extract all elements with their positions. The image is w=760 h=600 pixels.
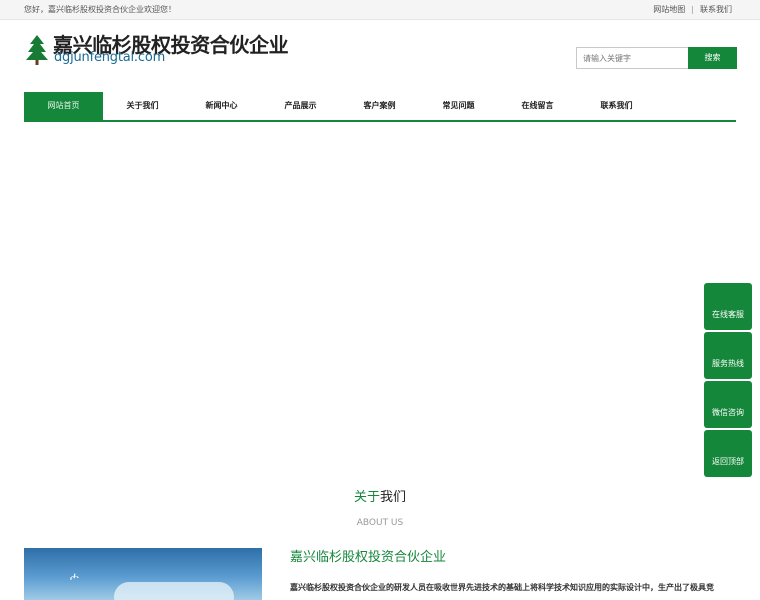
nav-item-home[interactable]: 网站首页	[24, 92, 103, 120]
nav-item-faq[interactable]: 常见问题	[419, 92, 498, 120]
top-links: 网站地图 | 联系我们	[653, 4, 732, 15]
about-title-green: 关于	[353, 490, 380, 505]
top-bar: 您好，嘉兴临杉股权投资合伙企业欢迎您！ 网站地图 | 联系我们	[0, 0, 760, 20]
contact-link[interactable]: 联系我们	[700, 5, 732, 14]
sitemap-link[interactable]: 网站地图	[653, 5, 685, 14]
service-hotline-button[interactable]: 服务热线	[704, 332, 752, 379]
about-description: 嘉兴临杉股权投资合伙企业的研发人员在吸收世界先进技术的基础上将科学技术知识应用的…	[290, 583, 714, 592]
welcome-text: 您好，嘉兴临杉股权投资合伙企业欢迎您！	[24, 5, 176, 14]
search-input[interactable]	[576, 47, 689, 69]
about-subtitle: ABOUT US	[356, 518, 404, 528]
about-company-name[interactable]: 嘉兴临杉股权投资合伙企业	[290, 546, 446, 565]
pine-tree-icon	[26, 35, 48, 65]
nav-item-news[interactable]: 新闻中心	[182, 92, 261, 120]
back-to-top-button[interactable]: 返回顶部	[704, 430, 752, 477]
nav-item-contact[interactable]: 联系我们	[577, 92, 656, 120]
main-nav: 网站首页 关于我们 新闻中心 产品展示 客户案例 常见问题 在线留言 联系我们	[24, 92, 736, 122]
nav-item-message[interactable]: 在线留言	[498, 92, 577, 120]
top-link-separator: |	[691, 5, 694, 14]
search-box: 搜索	[576, 47, 737, 69]
logo-domain: dgjunfengtai.com	[54, 50, 166, 65]
figure-icon: ሖ	[70, 570, 79, 583]
site-logo[interactable]: 嘉兴临杉股权投资合伙企业 dgjunfengtai.com	[26, 30, 316, 70]
nav-item-products[interactable]: 产品展示	[261, 92, 340, 120]
nav-item-cases[interactable]: 客户案例	[340, 92, 419, 120]
online-service-button[interactable]: 在线客服	[704, 283, 752, 330]
about-title-dark: 我们	[380, 490, 407, 505]
wechat-consult-button[interactable]: 微信咨询	[704, 381, 752, 428]
about-section-title: 关于我们	[0, 486, 760, 505]
cloud-shape	[114, 582, 234, 600]
nav-item-about[interactable]: 关于我们	[103, 92, 182, 120]
about-image: ሖ	[24, 548, 262, 600]
search-button[interactable]: 搜索	[688, 47, 737, 69]
